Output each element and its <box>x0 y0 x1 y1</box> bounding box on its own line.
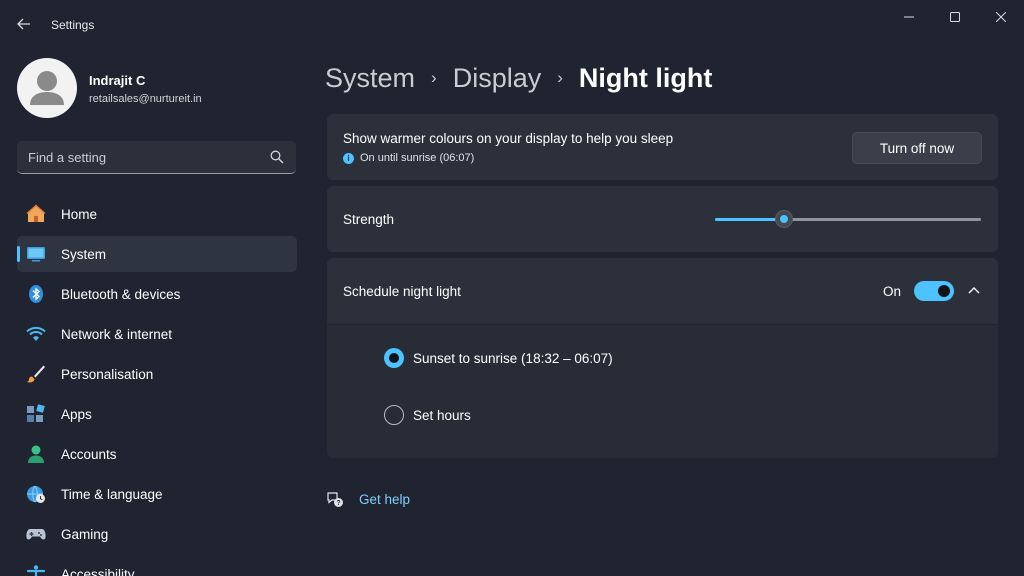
get-help-link[interactable]: ? Get help <box>326 490 410 508</box>
back-button[interactable] <box>10 10 38 38</box>
maximize-icon <box>950 12 960 22</box>
home-icon <box>26 204 46 222</box>
wifi-icon <box>26 326 46 341</box>
schedule-options-panel: Sunset to sunrise (18:32 – 06:07) Set ho… <box>327 325 998 458</box>
sidebar-item-personalisation[interactable]: Personalisation <box>17 356 297 392</box>
night-light-status: i On until sunrise (06:07) <box>343 152 474 164</box>
collapse-button[interactable] <box>962 278 986 302</box>
user-avatar-icon <box>30 71 64 105</box>
info-icon: i <box>343 152 354 164</box>
toggle-knob <box>938 285 950 297</box>
close-button[interactable] <box>978 0 1024 34</box>
apps-icon <box>27 404 45 422</box>
breadcrumb-separator-icon: › <box>557 68 563 87</box>
status-text: On until sunrise (06:07) <box>360 152 475 164</box>
search-placeholder: Find a setting <box>28 149 107 165</box>
svg-text:?: ? <box>336 500 340 507</box>
radio-sunset-to-sunrise[interactable]: Sunset to sunrise (18:32 – 06:07) <box>384 348 613 368</box>
sidebar-item-accessibility[interactable]: Accessibility <box>17 556 297 576</box>
radio-set-hours[interactable]: Set hours <box>384 405 471 425</box>
search-icon <box>270 150 284 164</box>
schedule-toggle-state: On <box>882 284 901 299</box>
title-bar: Settings <box>0 0 1024 48</box>
sidebar-nav: Home System Bluetooth & devices Network … <box>17 196 297 576</box>
settings-window: Settings Indrajit C retailsales@nurturei… <box>0 0 1024 576</box>
globe-clock-icon <box>27 485 45 503</box>
slider-thumb[interactable] <box>775 210 794 228</box>
radio-selected-icon <box>384 348 404 368</box>
system-icon <box>27 247 45 262</box>
strength-card: Strength <box>327 186 998 252</box>
user-name: Indrajit C <box>89 73 146 88</box>
sidebar-item-system[interactable]: System <box>17 236 297 272</box>
accessibility-icon <box>26 565 46 576</box>
breadcrumb-separator-icon: › <box>431 68 437 87</box>
chevron-up-icon <box>968 287 980 294</box>
breadcrumb: System › Display › Night light <box>325 58 712 98</box>
back-arrow-icon <box>17 18 30 30</box>
slider-fill <box>715 218 785 221</box>
night-light-description: Show warmer colours on your display to h… <box>343 131 674 146</box>
night-light-status-card: Show warmer colours on your display to h… <box>327 114 998 180</box>
strength-slider[interactable] <box>715 210 981 228</box>
breadcrumb-system[interactable]: System <box>325 63 415 94</box>
page-title: Night light <box>578 62 713 93</box>
sidebar-item-home[interactable]: Home <box>17 196 297 232</box>
sidebar-item-accounts[interactable]: Accounts <box>17 436 297 472</box>
minimize-button[interactable] <box>886 0 932 34</box>
app-title: Settings <box>51 18 95 32</box>
user-email: retailsales@nurtureit.in <box>89 93 202 105</box>
sidebar-item-time-language[interactable]: Time & language <box>17 476 297 512</box>
avatar <box>17 58 77 118</box>
schedule-card: Schedule night light On <box>327 258 998 324</box>
brush-icon <box>27 365 45 383</box>
minimize-icon <box>904 16 914 18</box>
gamepad-icon <box>26 529 46 540</box>
help-icon: ? <box>327 492 343 507</box>
bluetooth-icon <box>29 285 43 303</box>
sidebar-item-network-internet[interactable]: Network & internet <box>17 316 297 352</box>
maximize-button[interactable] <box>932 0 978 34</box>
close-icon <box>996 12 1006 22</box>
schedule-label: Schedule night light <box>343 284 461 299</box>
turn-off-now-button[interactable]: Turn off now <box>852 132 982 164</box>
radio-unselected-icon <box>384 405 404 425</box>
sidebar-item-apps[interactable]: Apps <box>17 396 297 432</box>
schedule-toggle[interactable] <box>914 281 954 301</box>
accounts-icon <box>28 445 44 463</box>
breadcrumb-display[interactable]: Display <box>453 63 542 94</box>
sidebar-item-bluetooth-devices[interactable]: Bluetooth & devices <box>17 276 297 312</box>
search-input[interactable]: Find a setting <box>17 141 296 174</box>
user-profile[interactable]: Indrajit C retailsales@nurtureit.in <box>17 58 297 118</box>
strength-label: Strength <box>343 212 395 227</box>
sidebar-item-gaming[interactable]: Gaming <box>17 516 297 552</box>
